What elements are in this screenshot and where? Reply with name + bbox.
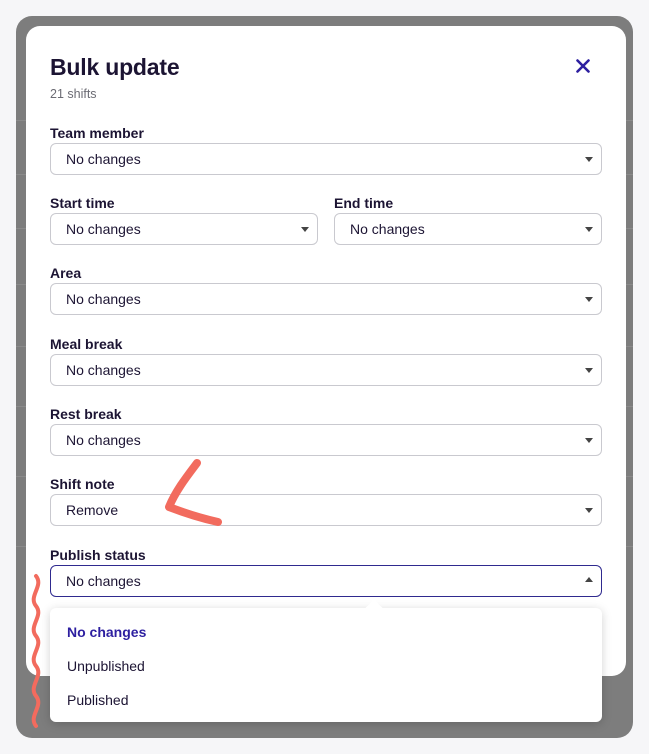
caret-down-icon [585,508,593,513]
caret-down-icon [585,227,593,232]
publish-status-select[interactable]: No changes [50,565,602,597]
close-icon [576,59,590,73]
shift-count: 21 shifts [50,87,97,101]
rest-break-select[interactable]: No changes [50,424,602,456]
team-member-value: No changes [66,151,141,167]
close-button[interactable] [569,52,597,80]
dropdown-option-unpublished[interactable]: Unpublished [50,649,602,683]
end-time-select[interactable]: No changes [334,213,602,245]
area-label: Area [50,265,82,281]
shift-note-value: Remove [66,502,119,518]
caret-down-icon [585,297,593,302]
end-time-label: End time [334,195,394,211]
publish-status-dropdown: No changes Unpublished Published [50,599,602,722]
end-time-value: No changes [350,221,425,237]
meal-break-select[interactable]: No changes [50,354,602,386]
dropdown-option-published[interactable]: Published [50,683,602,717]
caret-down-icon [585,157,593,162]
area-value: No changes [66,291,141,307]
caret-up-icon [585,577,593,582]
dropdown-option-no-changes[interactable]: No changes [50,615,602,649]
shift-note-label: Shift note [50,476,115,492]
publish-status-value: No changes [66,573,141,589]
meal-break-label: Meal break [50,336,123,352]
team-member-label: Team member [50,125,144,141]
caret-down-icon [585,368,593,373]
publish-status-label: Publish status [50,547,146,563]
bulk-update-modal: Bulk update 21 shifts Team member No cha… [26,26,626,676]
team-member-select[interactable]: No changes [50,143,602,175]
start-time-select[interactable]: No changes [50,213,318,245]
start-time-label: Start time [50,195,115,211]
caret-down-icon [301,227,309,232]
rest-break-value: No changes [66,432,141,448]
area-select[interactable]: No changes [50,283,602,315]
rest-break-label: Rest break [50,406,122,422]
modal-title: Bulk update [50,54,180,80]
start-time-value: No changes [66,221,141,237]
meal-break-value: No changes [66,362,141,378]
shift-note-select[interactable]: Remove [50,494,602,526]
caret-down-icon [585,438,593,443]
